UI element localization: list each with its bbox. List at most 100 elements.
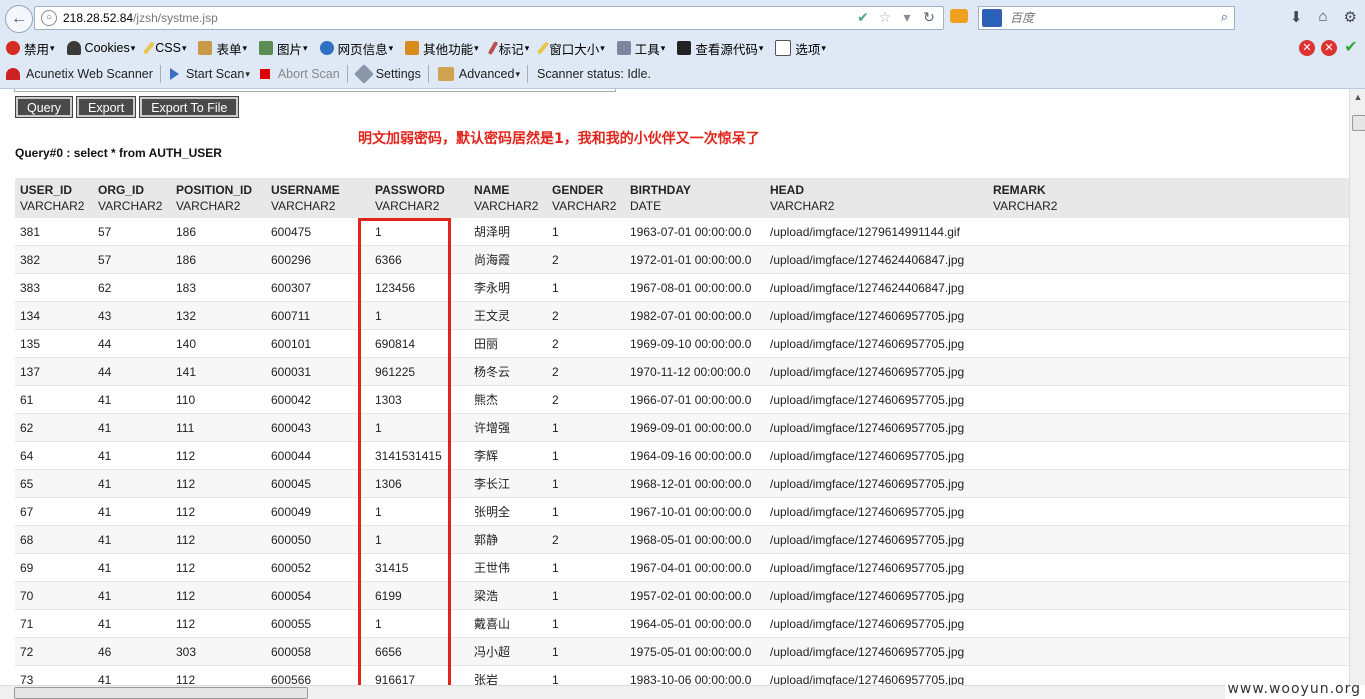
export-button[interactable]: Export bbox=[76, 96, 137, 118]
menu-disable[interactable]: 禁用 ▾ bbox=[6, 39, 55, 58]
table-cell: 杨冬云 bbox=[469, 357, 547, 386]
sql-textarea[interactable] bbox=[14, 89, 616, 92]
settings-button[interactable]: Settings bbox=[353, 64, 421, 84]
window-size-icon bbox=[537, 41, 550, 55]
play-icon bbox=[169, 68, 179, 80]
menu-view-source[interactable]: 查看源代码 ▾ bbox=[677, 39, 763, 58]
export-to-file-button[interactable]: Export To File bbox=[139, 96, 240, 118]
column-type: DATE bbox=[630, 199, 662, 213]
table-cell: 381 bbox=[15, 218, 93, 246]
tools-icon bbox=[616, 41, 631, 55]
secure-check-icon[interactable]: ✔ bbox=[855, 9, 871, 26]
horizontal-scrollbar[interactable] bbox=[0, 685, 1225, 699]
acunetix-toolbar: Acunetix Web Scanner Start Scan ▾ Abort S… bbox=[0, 61, 1365, 87]
vertical-scrollbar[interactable]: ▲ bbox=[1349, 89, 1365, 685]
table-cell: 1 bbox=[547, 553, 625, 582]
table-cell: /upload/imgface/1274606957705.jpg bbox=[765, 413, 988, 442]
acunetix-label[interactable]: Acunetix Web Scanner bbox=[6, 67, 153, 81]
advanced-button[interactable]: Advanced ▾ bbox=[437, 67, 520, 81]
menu-label: Cookies bbox=[84, 41, 130, 55]
scroll-thumb[interactable] bbox=[14, 687, 308, 699]
column-type: VARCHAR2 bbox=[770, 199, 835, 213]
search-input[interactable] bbox=[1008, 10, 1212, 26]
menu-mark[interactable]: 标记 ▾ bbox=[487, 39, 529, 58]
start-scan-button[interactable]: Start Scan ▾ bbox=[169, 67, 250, 81]
table-cell: 1968-05-01 00:00:00.0 bbox=[625, 525, 765, 554]
table-cell: 李永明 bbox=[469, 273, 547, 302]
table-cell: 郭静 bbox=[469, 525, 547, 554]
back-button[interactable]: ← bbox=[5, 5, 33, 33]
table-row: 70 41 112 600054 6199 梁浩 1 1957-02-01 00:00:00.… bbox=[15, 581, 1349, 610]
table-cell: /upload/imgface/1274606957705.jpg bbox=[765, 581, 988, 610]
menu-info[interactable]: 网页信息 ▾ bbox=[319, 39, 393, 58]
error-icon[interactable]: ✕ bbox=[1321, 40, 1337, 56]
table-cell: 600055 bbox=[266, 609, 370, 638]
table-cell: 71 bbox=[15, 609, 93, 638]
url-bar[interactable]: ○ 218.28.52.84/jzsh/systme.jsp ✔ ☆ ▾ ↻ bbox=[34, 6, 944, 30]
error-icon[interactable]: ✕ bbox=[1299, 40, 1315, 56]
table-cell: 1983-10-06 00:00:00.0 bbox=[625, 665, 765, 685]
table-cell: 600058 bbox=[266, 637, 370, 666]
baidu-engine-icon[interactable]: 🐾 bbox=[982, 9, 1002, 27]
dropdown-arrow-icon[interactable]: ▾ bbox=[899, 9, 915, 26]
table-cell: 1 bbox=[547, 497, 625, 526]
table-cell: /upload/imgface/1274624406847.jpg bbox=[765, 245, 988, 274]
table-cell: 112 bbox=[171, 665, 266, 685]
table-cell: /upload/imgface/1274606957705.jpg bbox=[765, 553, 988, 582]
table-cell: 6199 bbox=[370, 581, 469, 610]
table-cell: 44 bbox=[93, 357, 171, 386]
menu-images[interactable]: 图片 ▾ bbox=[259, 39, 308, 58]
scroll-up-icon[interactable]: ▲ bbox=[1350, 89, 1365, 105]
scanner-status: Scanner status: Idle. bbox=[537, 67, 651, 81]
extension-icon[interactable]: ⚙ bbox=[1344, 8, 1357, 26]
table-cell: 王世伟 bbox=[469, 553, 547, 582]
table-cell: 6656 bbox=[370, 637, 469, 666]
search-icon[interactable]: ⌕ bbox=[1221, 9, 1228, 25]
download-icon[interactable]: ⬇ bbox=[1290, 8, 1303, 26]
menu-label: 禁用 bbox=[24, 42, 50, 57]
table-cell: 冯小超 bbox=[469, 637, 547, 666]
table-cell: 140 bbox=[171, 329, 266, 358]
reload-icon[interactable]: ↻ bbox=[921, 9, 937, 26]
scanner-name: Acunetix Web Scanner bbox=[26, 67, 153, 81]
table-cell: 600711 bbox=[266, 301, 370, 330]
chevron-down-icon: ▾ bbox=[50, 42, 55, 53]
abort-scan-button[interactable]: Abort Scan bbox=[259, 67, 340, 81]
column-name: USERNAME bbox=[271, 183, 340, 197]
table-cell: 186 bbox=[171, 218, 266, 246]
query-button[interactable]: Query bbox=[14, 96, 74, 118]
table-cell: 41 bbox=[93, 553, 171, 582]
table-cell: 600044 bbox=[266, 441, 370, 470]
settings-label: Settings bbox=[375, 67, 421, 81]
scroll-thumb[interactable] bbox=[1352, 115, 1365, 131]
table-cell: 46 bbox=[93, 637, 171, 666]
table-cell: 2 bbox=[547, 301, 625, 330]
bookmark-star-icon[interactable]: ☆ bbox=[877, 9, 893, 26]
query-buttons: Query Export Export To File bbox=[14, 96, 240, 118]
table-cell: 1 bbox=[547, 581, 625, 610]
column-name: ORG_ID bbox=[98, 183, 145, 197]
table-cell: 383 bbox=[15, 273, 93, 302]
table-row: 69 41 112 600052 31415 王世伟 1 1967-04-01 00:00:0… bbox=[15, 553, 1349, 582]
table-cell: /upload/imgface/1274606957705.jpg bbox=[765, 301, 988, 330]
addon-icon[interactable] bbox=[950, 9, 968, 23]
menu-misc[interactable]: 其他功能 ▾ bbox=[405, 39, 479, 58]
table-cell: 1968-12-01 00:00:00.0 bbox=[625, 469, 765, 498]
search-box[interactable]: 🐾 ⌕ bbox=[978, 6, 1235, 30]
table-cell: 1 bbox=[547, 469, 625, 498]
menu-tools[interactable]: 工具 ▾ bbox=[616, 39, 665, 58]
table-cell: 1 bbox=[370, 413, 469, 442]
menu-css[interactable]: CSS ▾ bbox=[143, 41, 186, 55]
home-icon[interactable]: ⌂ bbox=[1318, 8, 1327, 26]
checkmark-icon[interactable]: ✔ bbox=[1343, 40, 1359, 56]
table-row: 65 41 112 600045 1306 李长江 1 1968-12-01 00:00:00… bbox=[15, 469, 1349, 498]
table-cell: 112 bbox=[171, 497, 266, 526]
menu-window-size[interactable]: 窗口大小 ▾ bbox=[537, 39, 605, 58]
table-cell: 1982-07-01 00:00:00.0 bbox=[625, 301, 765, 330]
table-row: 64 41 112 600044 3141531415 李辉 1 1964-09-16 00:… bbox=[15, 441, 1349, 470]
menu-cookies[interactable]: Cookies ▾ bbox=[66, 41, 135, 55]
menu-form[interactable]: 表单 ▾ bbox=[198, 39, 247, 58]
table-cell: 600054 bbox=[266, 581, 370, 610]
menu-options[interactable]: 选项 ▾ bbox=[775, 39, 826, 58]
query-text: Query#0 : select * from AUTH_USER bbox=[15, 146, 222, 160]
